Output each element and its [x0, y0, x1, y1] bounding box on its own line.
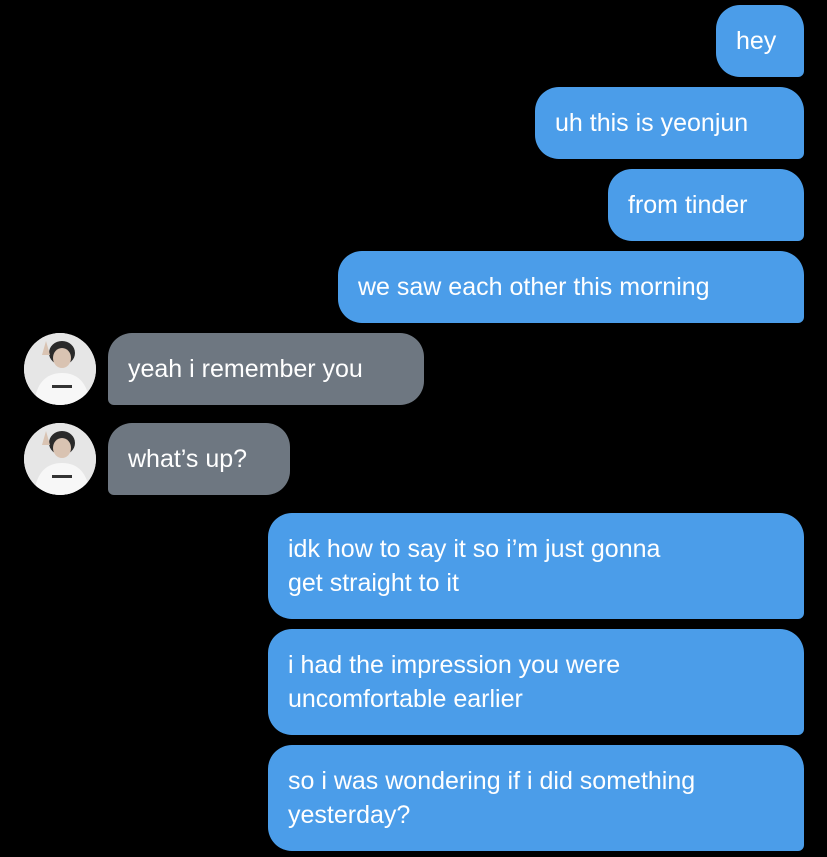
received-message-bubble[interactable]: what’s up? — [108, 423, 290, 495]
sent-message-bubble[interactable]: uh this is yeonjun — [535, 87, 804, 159]
message-text: uh this is yeonjun — [555, 109, 749, 137]
sent-message-bubble[interactable]: we saw each other this morning — [338, 251, 804, 323]
message-text-line: get straight to it — [288, 569, 459, 597]
received-message-bubble[interactable]: yeah i remember you — [108, 333, 424, 405]
sent-message-bubble[interactable]: hey — [716, 5, 804, 77]
sent-message-bubble[interactable]: i had the impression you were uncomforta… — [268, 629, 804, 735]
message-text: we saw each other this morning — [358, 273, 710, 301]
message-text-line: so i was wondering if i did something — [288, 767, 696, 795]
message-text-line: i had the impression you were — [288, 651, 621, 679]
message-text-line: uncomfortable earlier — [288, 685, 523, 713]
message-text-line: yesterday? — [288, 801, 411, 829]
message-text: yeah i remember you — [128, 355, 363, 383]
avatar-photo — [24, 333, 96, 405]
message-text-line: idk how to say it so i’m just gonna — [288, 535, 661, 563]
contact-avatar-icon[interactable] — [24, 333, 96, 405]
message-text: from tinder — [628, 191, 748, 219]
contact-avatar-icon[interactable] — [24, 423, 96, 495]
message-text: hey — [736, 27, 777, 55]
sent-message-bubble[interactable]: idk how to say it so i’m just gonna get … — [268, 513, 804, 619]
sent-message-bubble[interactable]: from tinder — [608, 169, 804, 241]
avatar-photo — [24, 423, 96, 495]
message-text: what’s up? — [128, 445, 248, 473]
sent-message-bubble[interactable]: so i was wondering if i did something ye… — [268, 745, 804, 851]
